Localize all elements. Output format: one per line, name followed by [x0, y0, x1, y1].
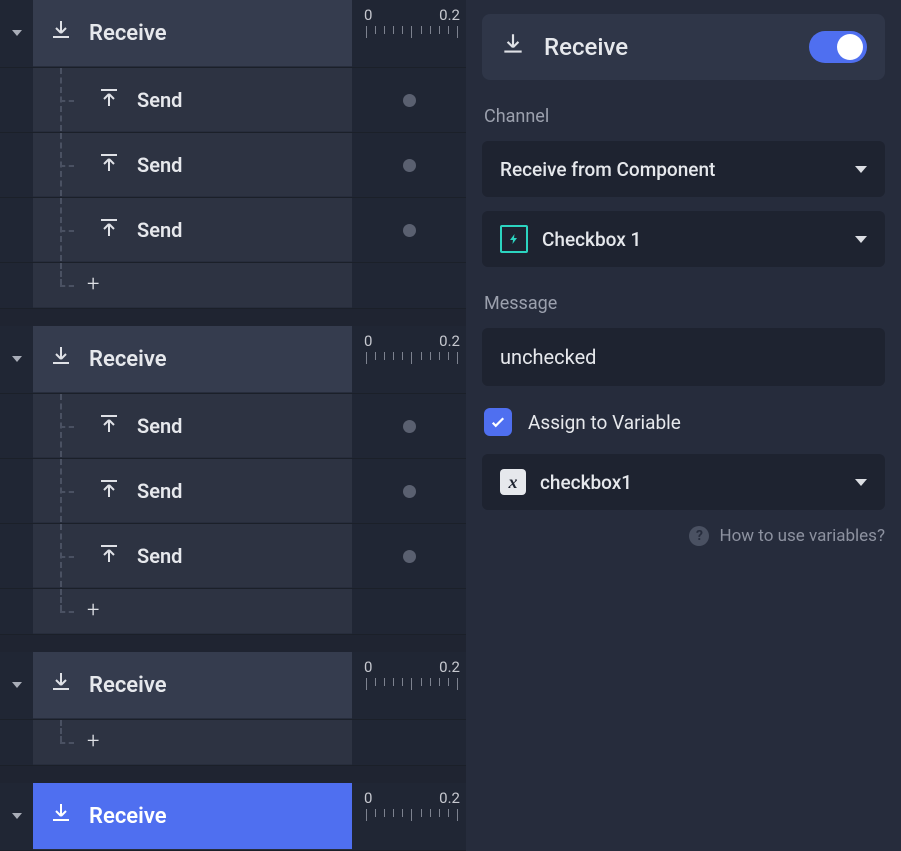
timeline-group: Receive 00.2 +	[0, 652, 466, 766]
timeline-row-send[interactable]: Send	[0, 68, 466, 133]
timeline-group: Receive 00.2 Send Send	[0, 0, 466, 309]
send-icon	[97, 541, 121, 570]
enable-toggle[interactable]	[809, 31, 867, 63]
receive-icon	[49, 344, 73, 374]
send-icon	[97, 150, 121, 179]
assign-variable-checkbox[interactable]	[484, 408, 512, 436]
variable-dropdown[interactable]: x checkbox1	[482, 454, 885, 510]
help-text: How to use variables?	[719, 526, 885, 546]
row-label: Receive	[89, 347, 167, 372]
keyframe-dot[interactable]	[403, 94, 416, 107]
message-input[interactable]: unchecked	[482, 328, 885, 386]
send-icon	[97, 85, 121, 114]
assign-variable-label: Assign to Variable	[528, 411, 681, 434]
timeline-row-send[interactable]: Send	[0, 198, 466, 263]
row-label: Receive	[89, 673, 167, 698]
row-label: Send	[137, 153, 182, 177]
receive-icon	[500, 31, 526, 63]
channel-mode-dropdown[interactable]: Receive from Component	[482, 141, 885, 197]
row-label: Send	[137, 414, 182, 438]
timeline-panel: Receive 00.2 Send Send	[0, 0, 466, 851]
keyframe-dot[interactable]	[403, 420, 416, 433]
channel-label: Channel	[484, 106, 885, 127]
timeline-row-receive[interactable]: Receive 00.2	[0, 0, 466, 68]
chevron-down-icon	[855, 236, 867, 243]
inspector-title: Receive	[544, 33, 628, 61]
row-label: Send	[137, 544, 182, 568]
timeline-row-send[interactable]: Send	[0, 459, 466, 524]
row-label: Send	[137, 218, 182, 242]
add-action-row[interactable]: +	[0, 589, 466, 635]
dropdown-value: Checkbox 1	[542, 228, 641, 251]
plus-icon: +	[87, 600, 99, 622]
chevron-down-icon	[855, 166, 867, 173]
timeline-ruler: 00.2	[352, 326, 466, 393]
channel-target-dropdown[interactable]: Checkbox 1	[482, 211, 885, 267]
message-label: Message	[484, 293, 885, 314]
send-icon	[97, 411, 121, 440]
timeline-row-receive[interactable]: Receive 00.2	[0, 326, 466, 394]
timeline-row-send[interactable]: Send	[0, 524, 466, 589]
inspector-header: Receive	[482, 14, 885, 80]
help-link[interactable]: ? How to use variables?	[482, 526, 885, 546]
timeline-ruler: 00.2	[352, 652, 466, 719]
timeline-group: Receive 00.2 Send Send	[0, 326, 466, 635]
component-icon	[500, 225, 528, 253]
plus-icon: +	[87, 274, 99, 296]
dropdown-value: checkbox1	[540, 471, 632, 494]
inspector-panel: Receive Channel Receive from Component C…	[466, 0, 901, 851]
keyframe-dot[interactable]	[403, 485, 416, 498]
caret-down-icon	[12, 356, 22, 362]
send-icon	[97, 476, 121, 505]
row-label: Receive	[89, 21, 167, 46]
variable-icon: x	[500, 469, 526, 495]
row-label: Send	[137, 88, 182, 112]
receive-icon	[49, 18, 73, 48]
timeline-ruler: 00.2	[352, 0, 466, 67]
receive-icon	[49, 670, 73, 700]
timeline-row-receive[interactable]: Receive 00.2	[0, 652, 466, 720]
add-action-row[interactable]: +	[0, 263, 466, 309]
keyframe-dot[interactable]	[403, 224, 416, 237]
message-value: unchecked	[500, 345, 596, 369]
row-label: Receive	[89, 804, 167, 829]
chevron-down-icon	[855, 479, 867, 486]
add-action-row[interactable]: +	[0, 720, 466, 766]
timeline-row-send[interactable]: Send	[0, 133, 466, 198]
receive-icon	[49, 801, 73, 831]
keyframe-dot[interactable]	[403, 159, 416, 172]
timeline-row-receive-selected[interactable]: Receive 00.2	[0, 783, 466, 851]
caret-down-icon	[12, 682, 22, 688]
timeline-group: Receive 00.2	[0, 783, 466, 851]
timeline-ruler: 00.2	[352, 783, 466, 850]
timeline-row-send[interactable]: Send	[0, 394, 466, 459]
caret-down-icon	[12, 30, 22, 36]
caret-down-icon	[12, 813, 22, 819]
dropdown-value: Receive from Component	[500, 158, 715, 181]
plus-icon: +	[87, 731, 99, 753]
question-icon: ?	[689, 526, 709, 546]
keyframe-dot[interactable]	[403, 550, 416, 563]
row-label: Send	[137, 479, 182, 503]
send-icon	[97, 215, 121, 244]
